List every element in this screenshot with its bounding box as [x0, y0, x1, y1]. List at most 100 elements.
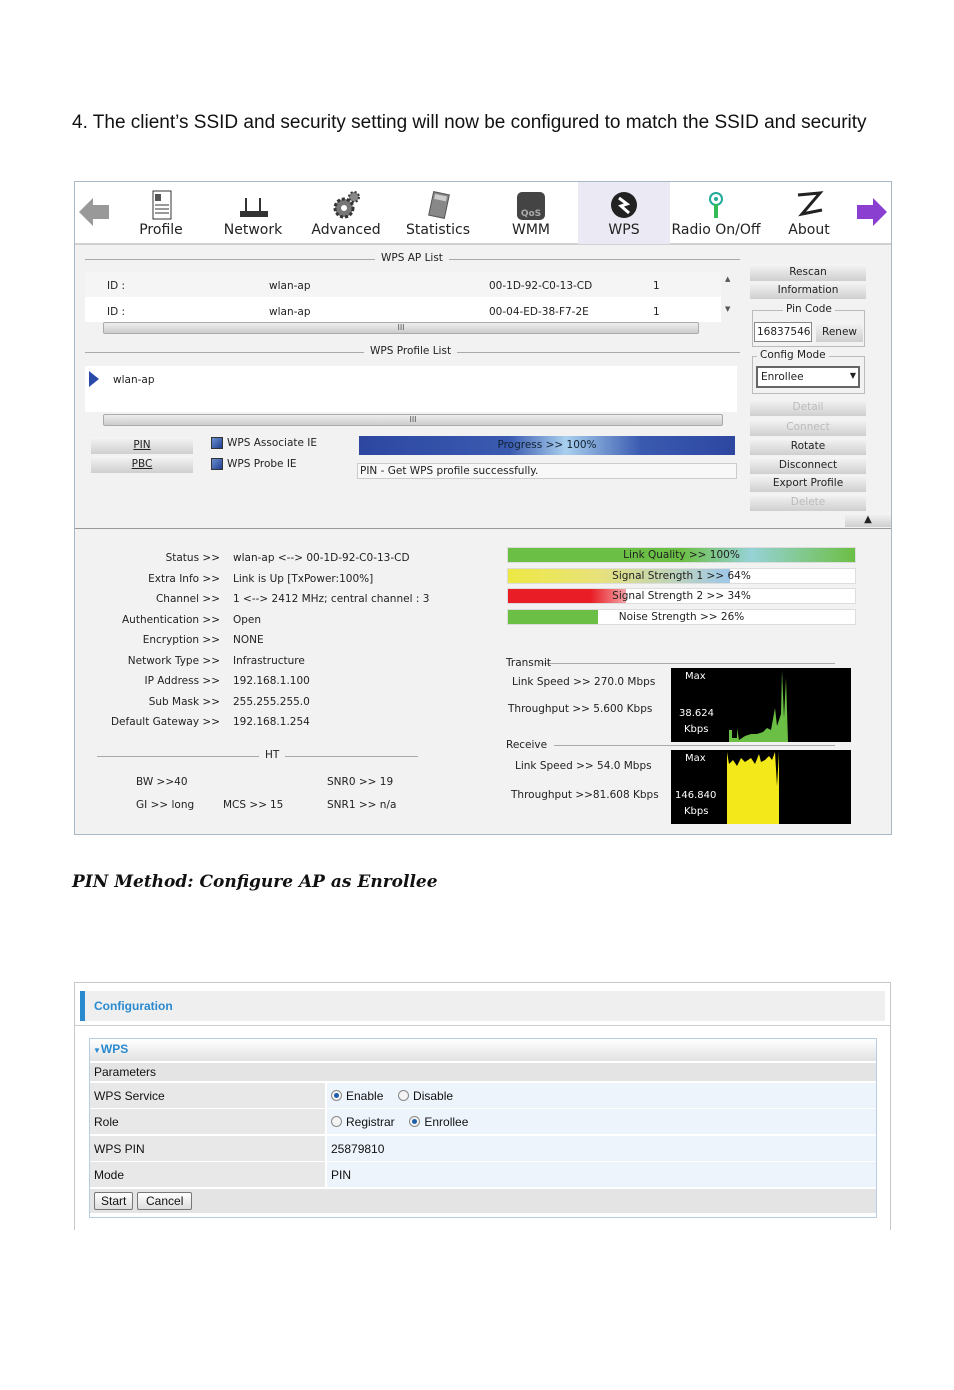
calculator-icon — [428, 191, 450, 219]
enable-radio[interactable] — [331, 1090, 342, 1101]
disable-radio[interactable] — [398, 1090, 410, 1101]
ap-list: ID : wlan-ap 00-1D-92-C0-13-CD 1 ID : wl… — [85, 272, 721, 322]
information-button[interactable]: Information — [750, 282, 866, 299]
configuration-header: Configuration — [80, 991, 885, 1021]
toolbar-advanced[interactable]: Advanced — [300, 182, 392, 244]
wps-service-label: WPS Service — [90, 1083, 325, 1108]
profile-list-title: WPS Profile List — [364, 345, 458, 357]
renew-button[interactable]: Renew — [816, 322, 863, 342]
progress-label: Progress >> 100% — [497, 439, 597, 451]
gi-value: GI >> long — [136, 799, 195, 811]
wireless-utility-screenshot: Profile Network Advanced Statistics QoS W… — [74, 181, 892, 835]
role-label: Role — [90, 1109, 325, 1134]
export-profile-button[interactable]: Export Profile — [750, 475, 866, 492]
chevron-down-icon: ▼ — [849, 371, 856, 380]
wps-panel-header[interactable]: ▼WPS — [90, 1039, 876, 1061]
rescan-button[interactable]: Rescan — [750, 264, 866, 281]
rx-graph-unit: Kbps — [684, 806, 709, 817]
pin-code-field[interactable]: 16837546 — [754, 322, 812, 342]
wps-probe-ie-label: WPS Probe IE — [227, 458, 297, 470]
sub-mask-label: Sub Mask >> — [148, 696, 220, 708]
collapse-up-icon[interactable]: ▲ — [845, 513, 891, 527]
configuration-title: Configuration — [94, 999, 173, 1013]
qos-icon: QoS — [517, 192, 545, 220]
detail-button[interactable]: Detail — [750, 399, 866, 416]
wps-panel-title: WPS — [100, 1042, 129, 1056]
wps-associate-ie-label: WPS Associate IE — [227, 437, 318, 449]
svg-text:QoS: QoS — [521, 209, 541, 219]
forward-arrow-icon[interactable] — [855, 196, 887, 228]
gears-icon — [333, 191, 360, 219]
extra-info-value: Link is Up [TxPower:100%] — [233, 573, 374, 585]
ap-mac: 00-04-ED-38-F7-2E — [489, 306, 589, 318]
gateway-value: 192.168.1.254 — [233, 716, 310, 728]
mode-row: Mode PIN — [90, 1162, 876, 1187]
status-label: Status >> — [165, 552, 220, 564]
pin-code-label: Pin Code — [783, 303, 835, 315]
receive-graph: Max 146.840 Kbps — [671, 750, 851, 824]
start-button[interactable]: Start — [94, 1192, 134, 1210]
noise-strength-label: Noise Strength >> 26% — [618, 611, 745, 623]
antenna-icon — [709, 192, 723, 218]
about-icon — [797, 191, 824, 217]
toolbar-statistics[interactable]: Statistics — [392, 182, 484, 244]
profile-item[interactable]: wlan-ap — [113, 374, 154, 386]
enrollee-label: Enrollee — [424, 1114, 469, 1129]
ap-id: ID : — [107, 280, 126, 292]
scroll-down-icon[interactable]: ▼ — [725, 305, 730, 313]
disconnect-button[interactable]: Disconnect — [750, 457, 866, 474]
scroll-up-icon[interactable]: ▲ — [725, 275, 730, 283]
link-quality-bar: Link Quality >> 100% — [507, 547, 856, 563]
enrollee-radio[interactable] — [409, 1116, 421, 1127]
rx-graph-max: Max — [685, 753, 706, 764]
wps-associate-ie-checkbox[interactable] — [211, 437, 223, 449]
toolbar-radio[interactable]: Radio On/Off — [670, 182, 762, 244]
enable-label: Enable — [346, 1088, 384, 1103]
toolbar-profile[interactable]: Profile — [115, 182, 207, 244]
toolbar-wps[interactable]: WPS — [578, 182, 670, 244]
collapse-triangle-icon: ▼ — [93, 1046, 101, 1055]
wps-pin-value: 25879810 — [327, 1136, 876, 1161]
wps-probe-ie-checkbox[interactable] — [211, 458, 223, 470]
channel-label: Channel >> — [155, 593, 220, 605]
rotate-button[interactable]: Rotate — [750, 438, 866, 455]
cancel-button[interactable]: Cancel — [137, 1192, 193, 1210]
registrar-radio[interactable] — [331, 1116, 342, 1127]
toolbar-network[interactable]: Network — [207, 182, 299, 244]
config-mode-select[interactable]: Enrollee ▼ — [756, 366, 860, 388]
authentication-label: Authentication >> — [121, 614, 220, 626]
status-value: wlan-ap <--> 00-1D-92-C0-13-CD — [233, 552, 410, 564]
channel-value: 1 <--> 2412 MHz; central channel : 3 — [233, 593, 430, 605]
caption: PIN Method: Configure AP as Enrollee — [72, 872, 438, 892]
tx-graph-unit: Kbps — [684, 724, 709, 735]
pin-button[interactable]: PIN — [91, 437, 193, 454]
back-arrow-icon[interactable] — [79, 196, 109, 228]
snr1-value: SNR1 >> n/a — [327, 799, 397, 811]
delete-button[interactable]: Delete — [750, 494, 866, 511]
profile-list-scrollbar[interactable]: III — [103, 414, 723, 426]
ap-channel: 1 — [653, 306, 660, 318]
ap-list-title: WPS AP List — [375, 252, 449, 264]
ap-ssid: wlan-ap — [269, 280, 311, 292]
wps-pin-label: WPS PIN — [90, 1136, 325, 1161]
bw-value: BW >>40 — [136, 776, 188, 788]
ap-row[interactable]: ID : wlan-ap 00-1D-92-C0-13-CD 1 — [85, 272, 721, 297]
pbc-button[interactable]: PBC — [91, 456, 193, 473]
rx-graph-value: 146.840 — [675, 790, 717, 801]
mcs-label: MCS >> — [223, 799, 267, 811]
wps-service-row: WPS Service Enable Disable — [90, 1083, 876, 1108]
toolbar-wmm[interactable]: QoS WMM — [485, 182, 577, 244]
snr0-value: SNR0 >> 19 — [327, 776, 394, 788]
registrar-label: Registrar — [346, 1114, 395, 1129]
tx-graph-value: 38.624 — [679, 708, 714, 719]
toolbar-about[interactable]: About — [763, 182, 855, 244]
ht-title: HT — [259, 749, 286, 761]
ap-row[interactable]: ID : wlan-ap 00-04-ED-38-F7-2E 1 — [85, 298, 721, 322]
network-type-value: Infrastructure — [233, 655, 305, 667]
connect-button[interactable]: Connect — [750, 419, 866, 436]
disable-label: Disable — [413, 1088, 454, 1103]
mcs-value: 15 — [270, 799, 284, 811]
wps-icon — [611, 192, 637, 218]
ap-list-scrollbar[interactable]: III — [103, 322, 699, 334]
signal-strength-2-label: Signal Strength 2 >> 34% — [612, 590, 751, 602]
